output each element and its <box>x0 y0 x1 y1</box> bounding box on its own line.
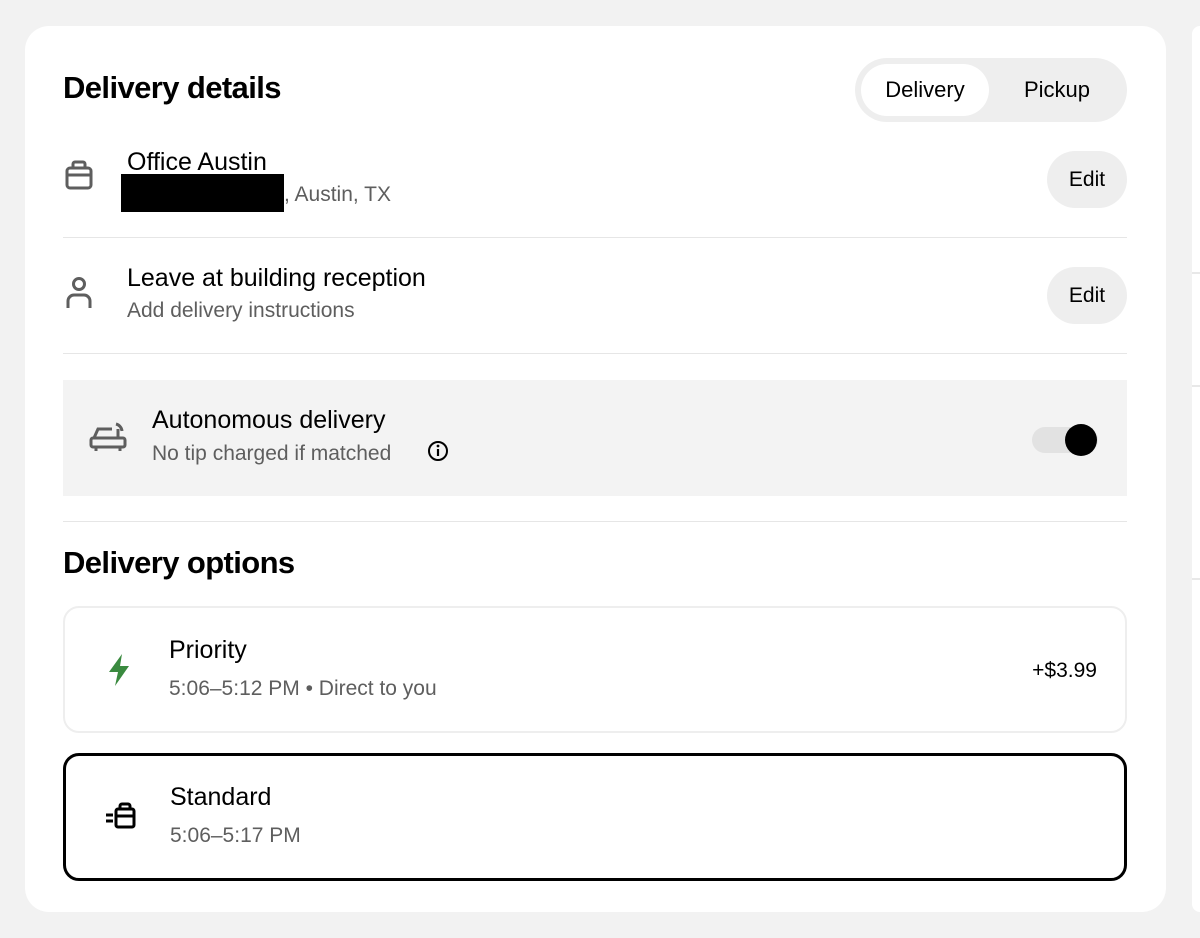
edit-dropoff-button[interactable]: Edit <box>1047 267 1127 324</box>
robot-car-icon <box>89 422 127 451</box>
redacted-address <box>121 174 284 212</box>
option-detail: 5:06–5:17 PM <box>170 824 301 847</box>
delivery-mode-toggle: Delivery Pickup <box>855 58 1127 122</box>
toggle-knob <box>1065 424 1097 456</box>
option-name: Priority <box>169 636 247 664</box>
delivery-tab[interactable]: Delivery <box>861 64 989 116</box>
divider <box>63 353 1127 354</box>
delivery-details-title: Delivery details <box>63 70 281 105</box>
divider <box>63 521 1127 522</box>
adjacent-panel-divider <box>1192 578 1200 580</box>
adjacent-panel-divider <box>1192 385 1200 387</box>
priority-option[interactable]: Priority 5:06–5:12 PM • Direct to you +$… <box>63 606 1127 733</box>
autonomous-title: Autonomous delivery <box>152 406 386 434</box>
option-name: Standard <box>170 783 272 811</box>
pickup-tab[interactable]: Pickup <box>993 64 1121 116</box>
standard-option[interactable]: Standard 5:06–5:17 PM <box>63 753 1127 881</box>
lightning-icon <box>109 654 129 686</box>
adjacent-panel-divider <box>1192 272 1200 274</box>
delivery-options-title: Delivery options <box>63 545 295 580</box>
edit-address-button[interactable]: Edit <box>1047 151 1127 208</box>
option-price: +$3.99 <box>1032 659 1097 682</box>
dropoff-subtitle: Add delivery instructions <box>127 299 355 322</box>
autonomous-subtitle: No tip charged if matched <box>152 442 392 465</box>
autonomous-delivery-toggle[interactable] <box>1032 424 1098 456</box>
option-detail: 5:06–5:12 PM • Direct to you <box>169 677 437 700</box>
address-line: , Austin, TX <box>284 183 391 206</box>
address-name: Office Austin <box>127 148 267 176</box>
autonomous-delivery-panel <box>63 380 1127 496</box>
divider <box>63 237 1127 238</box>
bag-icon <box>65 160 93 190</box>
adjacent-panel-edge <box>1192 26 1200 912</box>
person-icon <box>66 277 92 308</box>
info-icon[interactable] <box>427 440 449 462</box>
dropoff-title: Leave at building reception <box>127 264 426 292</box>
fast-bag-icon <box>106 802 136 829</box>
